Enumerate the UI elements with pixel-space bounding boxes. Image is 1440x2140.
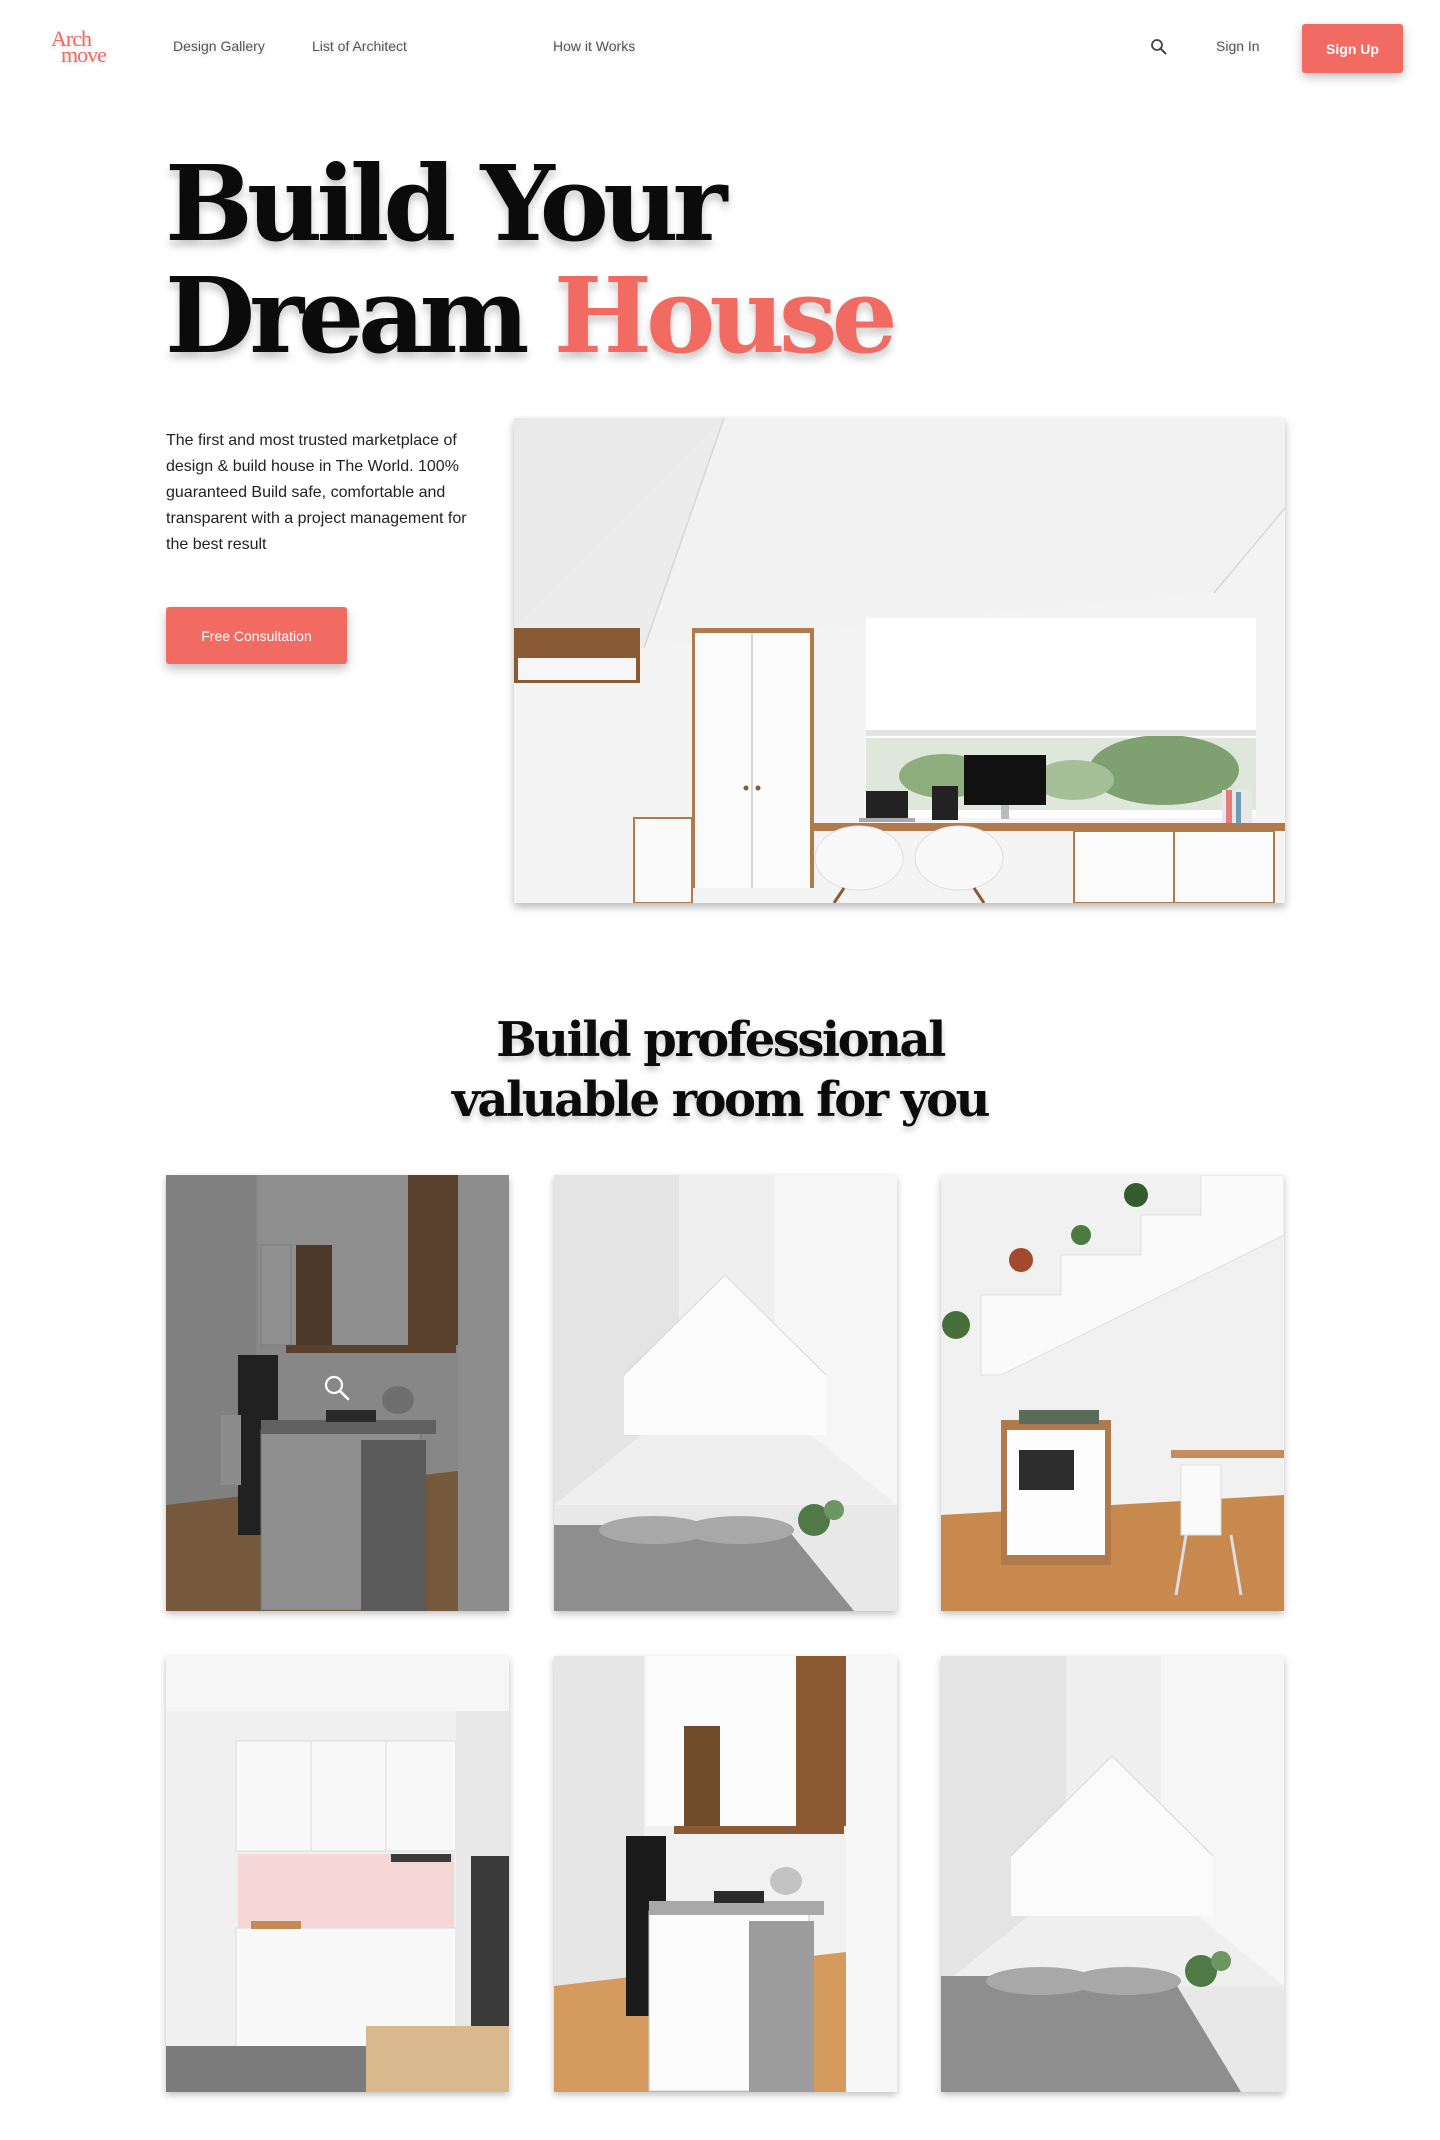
hero-description: The first and most trusted marketplace o… — [166, 432, 467, 553]
nav-link-design-gallery[interactable]: Design Gallery — [173, 38, 265, 54]
gallery-card-kitchenette[interactable] — [166, 1656, 509, 2092]
hero-title: Build Your Dream House — [165, 148, 965, 372]
top-navigation: Arch move Design Gallery List of Archite… — [0, 0, 1440, 100]
gallery-card-bedroom[interactable] — [554, 1175, 897, 1611]
gallery-title: Build professional valuable room for you — [451, 1012, 991, 1128]
zoom-icon[interactable] — [323, 1374, 351, 1402]
sign-in-link[interactable]: Sign In — [1216, 38, 1260, 54]
gallery-card-kitchen-alt[interactable] — [554, 1656, 897, 2092]
search-icon[interactable] — [1150, 38, 1168, 56]
nav-link-list-of-architect[interactable]: List of Architect — [312, 38, 407, 54]
sign-up-button[interactable]: Sign Up — [1302, 24, 1403, 73]
gallery-card-bedroom-alt[interactable] — [941, 1656, 1284, 2092]
gallery-card-workspace[interactable] — [941, 1175, 1284, 1611]
gallery-card-kitchen[interactable] — [166, 1175, 509, 1611]
hero-title-line-1: Build Your — [165, 142, 727, 265]
brand-logo[interactable]: Arch move — [51, 28, 113, 67]
hero-title-word-house: House — [553, 254, 898, 377]
free-consultation-button[interactable]: Free Consultation — [166, 607, 347, 664]
logo-line-2: move — [61, 42, 107, 67]
hero-room-photo — [514, 418, 1285, 903]
nav-link-how-it-works[interactable]: How it Works — [553, 38, 635, 54]
hero-title-word-dream: Dream — [165, 254, 530, 377]
